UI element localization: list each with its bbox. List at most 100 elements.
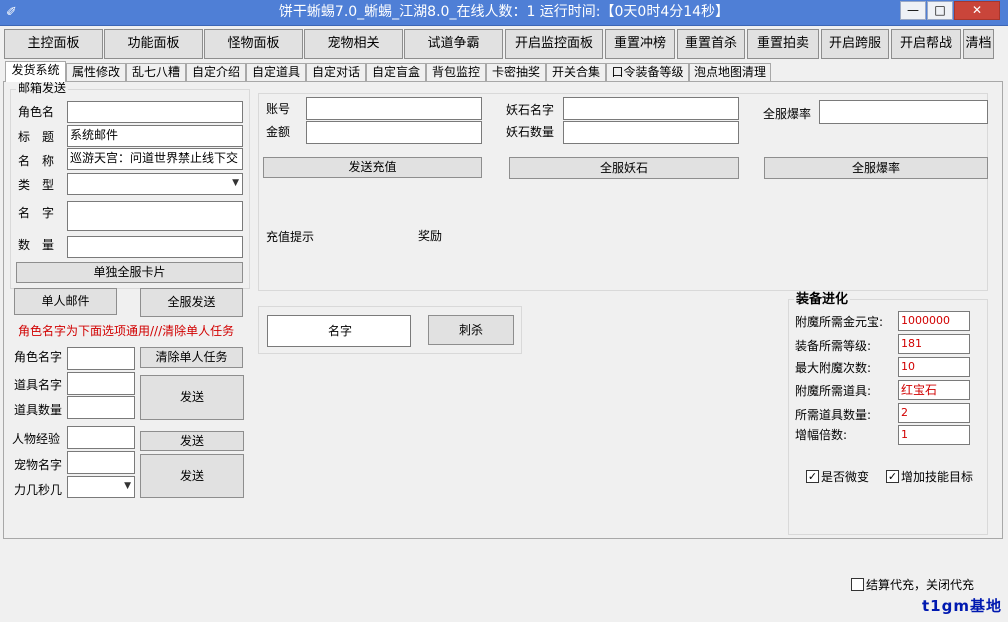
tab-command-equip[interactable]: 口令装备等级 bbox=[606, 63, 689, 81]
amount-label: 金额 bbox=[266, 125, 291, 139]
lower-role-name-input[interactable] bbox=[67, 347, 135, 370]
tab-custom-blindbox[interactable]: 自定盲盒 bbox=[366, 63, 426, 81]
toolbar-function-panel-button[interactable]: 功能面板 bbox=[104, 29, 203, 59]
lower-item-qty-input[interactable] bbox=[67, 396, 135, 419]
equip-multiplier-input[interactable]: 1 bbox=[898, 425, 970, 445]
equip-gold-label: 附魔所需金元宝: bbox=[795, 315, 884, 329]
settle-recharge-label: 结算代充，关闭代充 bbox=[866, 578, 975, 592]
exp-input[interactable] bbox=[67, 426, 135, 449]
equip-item-qty-input[interactable]: 2 bbox=[898, 403, 970, 423]
role-name-input[interactable] bbox=[67, 101, 243, 123]
item-name-label-2: 道具名字 bbox=[14, 378, 63, 392]
mail-name-input[interactable]: 巡游天宫：问道世界禁止线下交 bbox=[67, 148, 243, 170]
stone-name-label: 妖石名字 bbox=[506, 103, 555, 117]
mail-group-title: 邮箱发送 bbox=[16, 81, 69, 95]
tab-misc[interactable]: 乱七八糟 bbox=[126, 63, 186, 81]
close-button[interactable]: ✕ bbox=[954, 1, 1000, 20]
stone-qty-label: 妖石数量 bbox=[506, 125, 555, 139]
equip-item-input[interactable]: 红宝石 bbox=[898, 380, 970, 400]
notice-text: 角色名字为下面选项通用///清除单人任务 bbox=[18, 324, 235, 338]
tab-switches[interactable]: 开关合集 bbox=[546, 63, 606, 81]
mail-type-select[interactable]: ▼ bbox=[67, 173, 243, 195]
skill-target-label: 增加技能目标 bbox=[901, 470, 974, 484]
item-qty-label: 道具数量 bbox=[14, 403, 63, 417]
equip-level-label: 装备所需等级: bbox=[795, 339, 872, 353]
tab-attr-edit[interactable]: 属性修改 bbox=[66, 63, 126, 81]
toolbar-trial-button[interactable]: 试道争霸 bbox=[404, 29, 503, 59]
item-name-label: 名 字 bbox=[18, 206, 55, 220]
check-icon: ✓ bbox=[807, 470, 818, 483]
tab-bag-monitor[interactable]: 背包监控 bbox=[426, 63, 486, 81]
equip-item-qty-label: 所需道具数量: bbox=[795, 408, 872, 422]
chevron-down-icon: ▼ bbox=[124, 481, 131, 491]
toolbar-main-panel-button[interactable]: 主控面板 bbox=[4, 29, 103, 59]
single-mail-button[interactable]: 单人邮件 bbox=[14, 288, 117, 315]
toolbar-crossserver-button[interactable]: 开启跨服 bbox=[821, 29, 889, 59]
pet-name-input[interactable] bbox=[67, 451, 135, 474]
item-name-input[interactable] bbox=[67, 201, 243, 231]
kill-name-input[interactable]: 名字 bbox=[267, 315, 411, 347]
settle-recharge-checkbox[interactable] bbox=[851, 578, 864, 591]
clear-single-task-button[interactable]: 清除单人任务 bbox=[140, 347, 243, 368]
kill-button[interactable]: 刺杀 bbox=[428, 315, 514, 345]
tab-card-lottery[interactable]: 卡密抽奖 bbox=[486, 63, 546, 81]
all-server-stone-button[interactable]: 全服妖石 bbox=[509, 157, 739, 179]
tab-delivery[interactable]: 发货系统 bbox=[5, 61, 66, 82]
send-exp-button[interactable]: 发送 bbox=[140, 431, 244, 451]
send-pet-button[interactable]: 发送 bbox=[140, 454, 244, 498]
mail-name-label: 名 称 bbox=[18, 154, 55, 168]
send-recharge-button[interactable]: 发送充值 bbox=[263, 157, 482, 178]
tab-custom-intro[interactable]: 自定介绍 bbox=[186, 63, 246, 81]
equip-item-label: 附魔所需道具: bbox=[795, 384, 872, 398]
toolbar-clear-button[interactable]: 清档 bbox=[963, 29, 994, 59]
tab-custom-dialog[interactable]: 自定对话 bbox=[306, 63, 366, 81]
watermark-text: t1gm基地 bbox=[922, 597, 1002, 615]
toolbar-pet-button[interactable]: 宠物相关 bbox=[304, 29, 403, 59]
micro-change-checkbox[interactable]: ✓ bbox=[806, 470, 819, 483]
minimize-button[interactable]: — bbox=[900, 1, 926, 20]
equip-group-title: 装备进化 bbox=[794, 292, 851, 307]
micro-change-label: 是否微变 bbox=[821, 470, 870, 484]
tab-map-cleanup[interactable]: 泡点地图清理 bbox=[689, 63, 771, 81]
toolbar-reset-auction-button[interactable]: 重置拍卖 bbox=[747, 29, 819, 59]
role-name-label: 角色名 bbox=[18, 105, 55, 119]
droprate-label: 全服爆率 bbox=[763, 107, 812, 121]
reward-label: 奖励 bbox=[418, 229, 443, 243]
quantity-input[interactable] bbox=[67, 236, 243, 258]
toolbar-monster-panel-button[interactable]: 怪物面板 bbox=[204, 29, 303, 59]
toolbar-monitor-button[interactable]: 开启监控面板 bbox=[505, 29, 603, 59]
quantity-label: 数 量 bbox=[18, 238, 55, 252]
all-server-droprate-button[interactable]: 全服爆率 bbox=[764, 157, 988, 179]
stone-name-input[interactable] bbox=[563, 97, 739, 120]
mail-type-label: 类 型 bbox=[18, 178, 55, 192]
amount-input[interactable] bbox=[306, 121, 482, 144]
account-input[interactable] bbox=[306, 97, 482, 120]
recharge-tip-label: 充值提示 bbox=[266, 230, 315, 244]
toolbar-reset-firstkill-button[interactable]: 重置首杀 bbox=[677, 29, 745, 59]
send-item-button[interactable]: 发送 bbox=[140, 375, 244, 420]
check-icon: ✓ bbox=[887, 470, 898, 483]
lower-item-name-input[interactable] bbox=[67, 372, 135, 395]
equip-level-input[interactable]: 181 bbox=[898, 334, 970, 354]
mail-title-input[interactable]: 系统邮件 bbox=[67, 125, 243, 147]
equip-max-count-input[interactable]: 10 bbox=[898, 357, 970, 377]
all-server-send-button[interactable]: 全服发送 bbox=[140, 288, 243, 317]
toolbar-reset-rank-button[interactable]: 重置冲榜 bbox=[605, 29, 675, 59]
single-server-card-button[interactable]: 单独全服卡片 bbox=[16, 262, 243, 283]
maximize-button[interactable]: □ bbox=[927, 1, 953, 20]
stone-qty-input[interactable] bbox=[563, 121, 739, 144]
chevron-down-icon: ▼ bbox=[232, 178, 239, 188]
equip-gold-input[interactable]: 1000000 bbox=[898, 311, 970, 331]
equip-max-count-label: 最大附魔次数: bbox=[795, 361, 872, 375]
attr-label: 力几秒几 bbox=[14, 483, 63, 497]
skill-target-checkbox[interactable]: ✓ bbox=[886, 470, 899, 483]
window-title: 饼干蜥蜴7.0_蜥蜴_江湖8.0_在线人数：1 运行时间:【0天0时4分14秒】 bbox=[278, 4, 730, 20]
exp-label: 人物经验 bbox=[12, 432, 61, 446]
equip-multiplier-label: 增幅倍数: bbox=[795, 428, 848, 442]
droprate-input[interactable] bbox=[819, 100, 988, 124]
toolbar-guildwar-button[interactable]: 开启帮战 bbox=[891, 29, 961, 59]
pet-name-label: 宠物名字 bbox=[14, 458, 63, 472]
attr-select[interactable]: ▼ bbox=[67, 476, 135, 498]
account-label: 账号 bbox=[266, 102, 291, 116]
tab-custom-item[interactable]: 自定道具 bbox=[246, 63, 306, 81]
